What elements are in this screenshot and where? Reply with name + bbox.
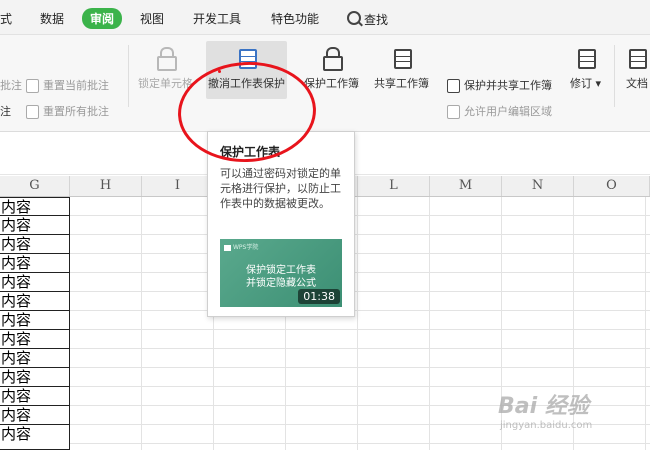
search-label: 查找 (364, 13, 389, 27)
ribbon: 批注 注 重置当前批注 重置所有批注 锁定单元格 撤消工作表保护 保护工作簿 共… (0, 35, 650, 132)
allow-edit-ranges-label: 允许用户编辑区域 (464, 105, 552, 118)
reset-current-comment-label: 重置当前批注 (43, 79, 109, 92)
reset-comment-icon (26, 79, 39, 93)
allow-edit-icon (447, 105, 460, 119)
tab-formula[interactable]: 式 (0, 10, 12, 27)
menu-bar: 式 数据 审阅 视图 开发工具 特色功能 查找 (0, 0, 650, 35)
column-header-g[interactable]: G (0, 176, 70, 196)
thumbnail-line-2: 并锁定隐藏公式 (246, 278, 316, 289)
protect-and-share-button[interactable]: 保护并共享工作簿 (447, 77, 552, 93)
protect-workbook-icon (321, 47, 343, 71)
lock-cell-label: 锁定单元格 (138, 77, 193, 90)
table-cell[interactable]: 内容 (0, 406, 70, 425)
revisions-label: 修订 ▾ (570, 77, 602, 90)
allow-edit-ranges-button[interactable]: 允许用户编辑区域 (447, 103, 552, 119)
thumbnail-brand: WPS学院 (224, 242, 258, 251)
document-button[interactable]: 文档 (626, 41, 648, 91)
tab-review[interactable]: 审阅 (82, 8, 123, 29)
watermark: Bai 经验 jingyan.baidu.com (498, 388, 592, 431)
share-workbook-button[interactable]: 共享工作簿 (374, 41, 429, 91)
reset-all-comments-button[interactable]: 重置所有批注 (26, 103, 109, 119)
column-header-l[interactable]: L (358, 176, 430, 196)
reset-all-icon (26, 105, 39, 119)
tab-view[interactable]: 视图 (140, 10, 164, 27)
reset-all-comments-label: 重置所有批注 (43, 105, 109, 118)
ribbon-divider-2 (614, 45, 615, 107)
tab-special-features[interactable]: 特色功能 (271, 10, 319, 27)
protect-share-icon (447, 79, 460, 93)
watermark-url: jingyan.baidu.com (500, 420, 593, 431)
table-cell[interactable]: 内容 (0, 216, 70, 235)
protect-workbook-label: 保护工作簿 (304, 77, 359, 90)
revisions-button[interactable]: 修订 ▾ (570, 41, 601, 91)
search-icon (347, 11, 361, 25)
document-label: 文档 (626, 77, 648, 90)
table-cell[interactable]: 内容 (0, 254, 70, 273)
tab-developer[interactable]: 开发工具 (193, 10, 241, 27)
table-cell[interactable]: 内容 (0, 235, 70, 254)
protect-and-share-label: 保护并共享工作簿 (464, 79, 552, 92)
share-workbook-label: 共享工作簿 (374, 77, 429, 90)
document-icon (626, 47, 648, 69)
column-header-n[interactable]: N (502, 176, 574, 196)
table-cell[interactable]: 内容 (0, 311, 70, 330)
table-cell[interactable]: 内容 (0, 368, 70, 387)
revisions-icon (575, 47, 597, 69)
table-cell[interactable]: 内容 (0, 330, 70, 349)
column-header-i[interactable]: I (142, 176, 214, 196)
comment-item-1[interactable]: 批注 (0, 77, 22, 93)
share-workbook-icon (391, 47, 413, 69)
protect-workbook-button[interactable]: 保护工作簿 (304, 41, 359, 91)
table-cell[interactable]: 内容 (0, 197, 70, 216)
video-thumbnail[interactable]: WPS学院 保护锁定工作表 并锁定隐藏公式 01:38 (220, 239, 342, 307)
column-header-m[interactable]: M (430, 176, 502, 196)
watermark-logo: Bai 经验 (498, 394, 589, 419)
ribbon-divider (128, 45, 129, 107)
reset-current-comment-button[interactable]: 重置当前批注 (26, 77, 109, 93)
lock-icon (155, 47, 177, 71)
table-cell[interactable]: 内容 (0, 292, 70, 311)
comment-item-2[interactable]: 注 (0, 103, 11, 119)
table-cell[interactable]: 内容 (0, 273, 70, 292)
column-header-h[interactable]: H (70, 176, 142, 196)
annotation-dot (218, 70, 221, 73)
tab-data[interactable]: 数据 (40, 10, 64, 27)
table-cell[interactable]: 内容 (0, 425, 70, 450)
table-cell[interactable]: 内容 (0, 387, 70, 406)
column-header-o[interactable]: O (574, 176, 650, 196)
table-cell[interactable]: 内容 (0, 349, 70, 368)
search-button[interactable]: 查找 (347, 10, 388, 28)
tooltip-description: 可以通过密码对锁定的单元格进行保护，以防止工作表中的数据被更改。 (220, 167, 341, 210)
video-duration: 01:38 (298, 289, 340, 304)
lock-cell-button[interactable]: 锁定单元格 (138, 41, 193, 91)
